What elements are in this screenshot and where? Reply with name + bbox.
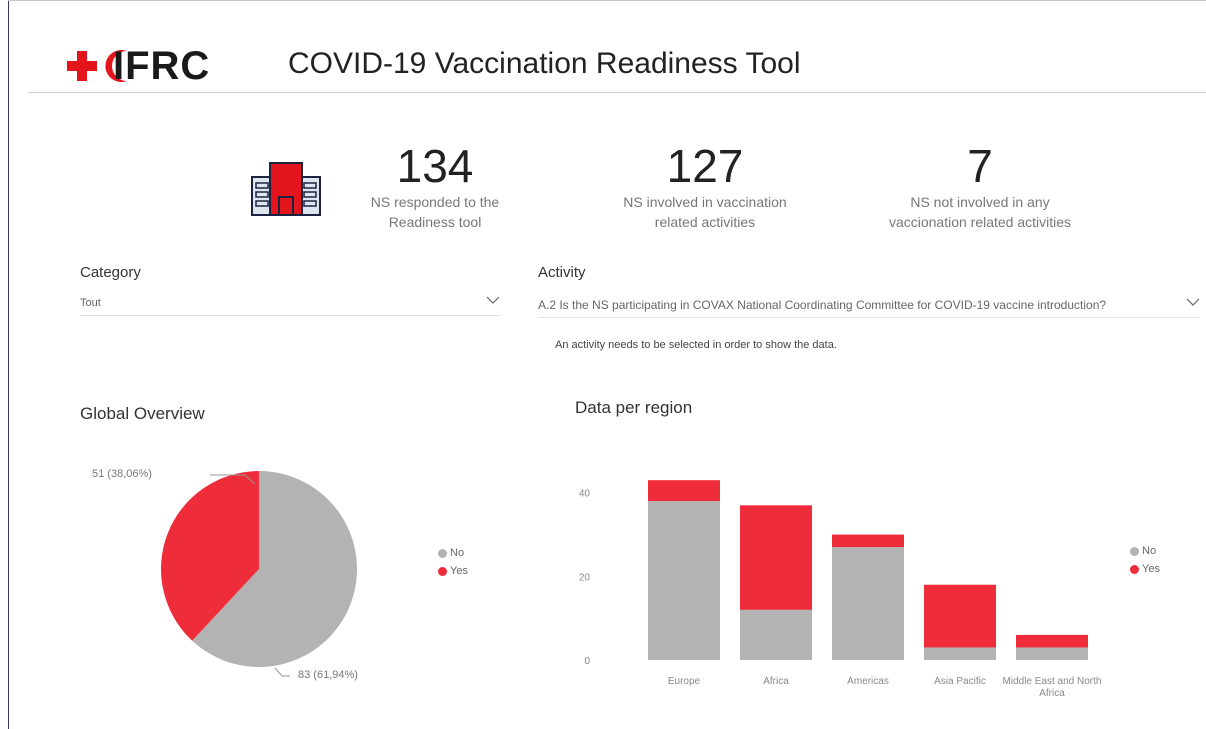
kpi-label: NS responded to the [370, 194, 500, 210]
x-tick-label: Middle East and North [1003, 676, 1102, 687]
bar-no[interactable] [740, 609, 812, 660]
bar-yes[interactable] [924, 584, 996, 648]
chart-title: Data per region [575, 398, 693, 417]
x-tick-label: Asia Pacific [934, 676, 986, 687]
chevron-down-icon[interactable] [1186, 295, 1200, 309]
global-overview-title: Global Overview [80, 404, 205, 423]
bar-no[interactable] [832, 547, 904, 660]
page-title: COVID-19 Vaccination Readiness Tool [288, 47, 801, 80]
kpi-label: vaccionation related activities [888, 214, 1072, 230]
activity-note: An activity needs to be selected in orde… [555, 339, 837, 351]
kpi-label: Readiness tool [388, 214, 482, 230]
frame-border [8, 0, 9, 729]
y-tick-label: 40 [579, 489, 591, 500]
x-tick-label: Americas [847, 676, 889, 687]
kpi-value: 134 [396, 140, 474, 192]
logo-text: IFRC [113, 44, 211, 88]
pie-label-no: 83 (61,94%) [298, 669, 358, 681]
x-tick-label: Africa [763, 676, 789, 687]
x-tick-label: Africa [1039, 688, 1065, 699]
bar-yes[interactable] [648, 480, 720, 502]
activity-dropdown[interactable]: A.2 Is the NS participating in COVAX Nat… [538, 293, 1200, 318]
pie-legend: No Yes [438, 547, 468, 583]
y-tick-label: 20 [579, 572, 591, 583]
header: IFRC COVID-19 Vaccination Readiness Tool [28, 0, 1206, 93]
bar-no[interactable] [924, 647, 996, 660]
activity-value: A.2 Is the NS participating in COVAX Nat… [538, 298, 1107, 312]
legend-yes[interactable]: Yes [1130, 563, 1160, 575]
category-value: Tout [80, 297, 101, 309]
y-tick-label: 0 [584, 656, 590, 667]
kpi-not-involved: 7 NS not involved in any vaccionation re… [860, 140, 1100, 232]
category-dropdown[interactable]: Tout [80, 291, 500, 316]
bar-yes[interactable] [1016, 634, 1088, 648]
pie-leader-no [274, 667, 290, 677]
legend-no[interactable]: No [438, 547, 468, 559]
global-overview-pie[interactable] [150, 460, 370, 690]
chevron-down-icon[interactable] [486, 293, 500, 307]
bar-no[interactable] [648, 501, 720, 660]
building-icon [251, 162, 321, 216]
kpi-value: 7 [967, 140, 993, 192]
legend-yes[interactable]: Yes [438, 565, 468, 577]
bar-yes[interactable] [832, 534, 904, 548]
kpi-label: NS involved in vaccination [623, 194, 787, 210]
kpi-value: 127 [666, 140, 744, 192]
legend-no[interactable]: No [1130, 545, 1160, 557]
kpi-label: NS not involved in any [910, 194, 1050, 210]
kpi-responded: 134 NS responded to the Readiness tool [350, 140, 520, 232]
pie-label-yes: 51 (38,06%) [92, 468, 152, 480]
bar-no[interactable] [1016, 647, 1088, 660]
bar-yes[interactable] [740, 505, 812, 610]
x-tick-label: Europe [668, 676, 701, 687]
category-slicer-title: Category [80, 264, 141, 281]
kpi-involved: 127 NS involved in vaccination related a… [590, 140, 820, 232]
kpi-label: related activities [654, 214, 756, 230]
bar-legend: No Yes [1130, 545, 1160, 581]
region-bar-chart[interactable]: 0 20 40 Europe Africa Americas Asia Pacific Mid… [560, 450, 1120, 710]
activity-slicer-title: Activity [538, 264, 586, 281]
